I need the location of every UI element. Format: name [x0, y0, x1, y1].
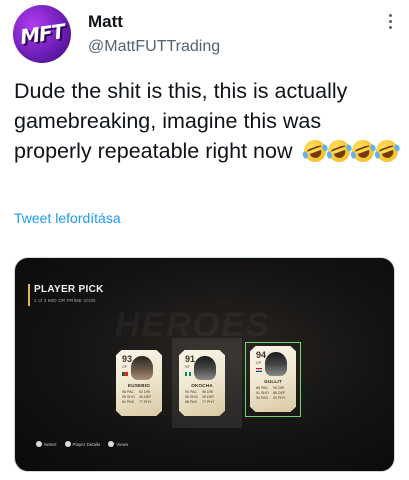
- control-views: Views: [108, 441, 128, 447]
- portugal-flag-icon: [122, 372, 128, 376]
- card-stats: 90 PAC 96 DRI 85 SHO 39 DEF 88 PAS 77 PHY: [185, 390, 215, 404]
- stick-icon: [64, 441, 71, 447]
- player-pick-title: PLAYER PICK: [34, 284, 104, 295]
- netherlands-flag-icon: [256, 368, 262, 372]
- player-photo: [265, 352, 287, 376]
- more-options-icon[interactable]: [389, 14, 393, 29]
- author-name[interactable]: Matt: [88, 12, 123, 32]
- rolling-laughing-emoji-icon: [301, 136, 330, 166]
- card-player-name: GULLIT: [264, 379, 282, 384]
- control-select: Select: [36, 441, 57, 447]
- player-pick-subtitle: 1 of 3 MID OR PRIME ICON: [34, 298, 96, 303]
- avatar[interactable]: MFT: [13, 5, 71, 63]
- x-button-icon: [108, 441, 115, 447]
- card-rating: 93: [122, 354, 133, 364]
- card-rating: 91: [185, 354, 196, 364]
- tweet-text: Dude the shit is this, this is actually …: [14, 76, 402, 166]
- avatar-logo-text: MFT: [18, 19, 66, 49]
- controller-hints: Select Player Details Views: [36, 441, 128, 447]
- rolling-laughing-emoji-icon: [325, 136, 354, 166]
- emoji-group: [301, 136, 402, 166]
- tweet-media-image[interactable]: HEROES PLAYER PICK 1 of 3 MID OR PRIME I…: [14, 257, 395, 472]
- title-accent-bar: [28, 284, 30, 306]
- rolling-laughing-emoji-icon: [349, 136, 378, 166]
- card-position: ST: [185, 364, 191, 369]
- author-handle[interactable]: @MattFUTTrading: [88, 38, 220, 56]
- player-photo: [131, 356, 153, 380]
- card-rating: 94: [256, 350, 267, 360]
- player-photo: [194, 356, 216, 380]
- card-player-name: EUSEBIO: [127, 383, 151, 388]
- rolling-laughing-emoji-icon: [373, 136, 402, 166]
- player-card-eusebio[interactable]: 93 CF EUSEBIO 96 PAC 92 DRI 95 SHO 45 DEF …: [116, 350, 162, 416]
- player-card-gullit[interactable]: 94 CF GULLIT 86 PAC 90 DRI 91 SHO 86 DEF 9…: [250, 346, 296, 412]
- translate-tweet-link[interactable]: Tweet lefordítása: [14, 210, 121, 226]
- player-card-okocha[interactable]: 91 ST OKOCHA 90 PAC 96 DRI 85 SHO 39 DEF 8…: [179, 350, 225, 416]
- card-position: CF: [122, 364, 128, 369]
- card-stats: 86 PAC 90 DRI 91 SHO 86 DEF 90 PAS 92 PHY: [256, 386, 286, 400]
- card-position: CF: [256, 360, 262, 365]
- card-stats: 96 PAC 92 DRI 95 SHO 45 DEF 81 PAS 77 PHY: [122, 390, 152, 404]
- nigeria-flag-icon: [185, 372, 191, 376]
- control-player-details: Player Details: [64, 441, 100, 447]
- a-button-icon: [36, 441, 42, 447]
- tweet-body: Dude the shit is this, this is actually …: [14, 79, 348, 163]
- card-player-name: OKOCHA: [191, 383, 213, 388]
